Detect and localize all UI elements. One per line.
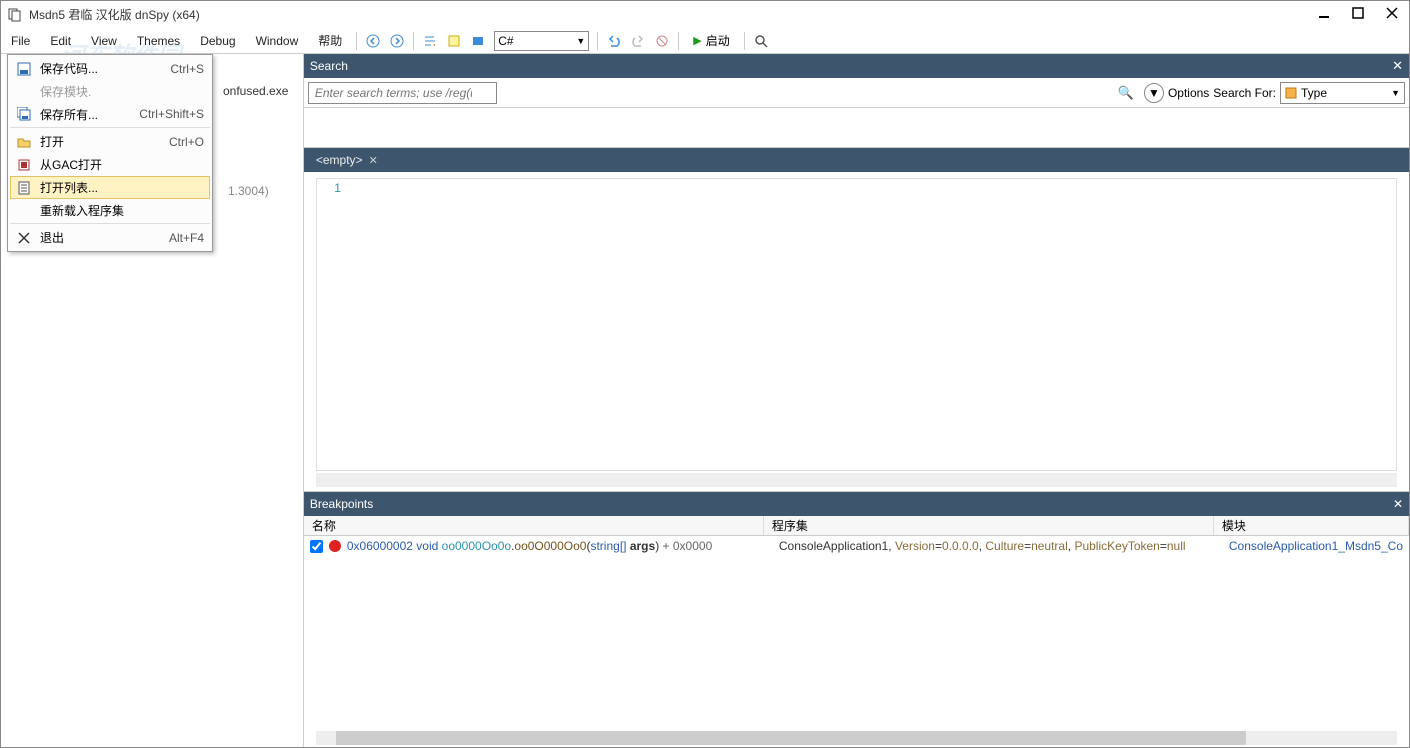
menu-open[interactable]: 打开 Ctrl+O	[10, 130, 210, 153]
gac-icon	[16, 157, 32, 173]
right-pane: Search ✕ 🔍 ▼ Options Search For: Type ▼	[304, 54, 1409, 747]
options-label: Options	[1168, 86, 1209, 100]
separator	[413, 32, 414, 50]
separator	[744, 32, 745, 50]
code-text-area[interactable]	[345, 179, 1396, 470]
app-icon	[7, 7, 23, 23]
menu-themes[interactable]: Themes	[127, 28, 190, 54]
menu-view[interactable]: View	[81, 28, 127, 54]
window-title: Msdn5 君临 汉化版 dnSpy (x64)	[29, 6, 200, 23]
menu-exit[interactable]: 退出 Alt+F4	[10, 226, 210, 249]
breakpoints-title: Breakpoints	[310, 497, 373, 511]
breakpoint-mod-cell: ConsoleApplication1_Msdn5_Co	[1229, 539, 1403, 553]
breakpoints-columns: 名称 程序集 模块	[304, 516, 1409, 536]
menu-debug[interactable]: Debug	[190, 28, 245, 54]
col-assembly[interactable]: 程序集	[764, 516, 1214, 535]
save-all-icon	[16, 106, 32, 122]
breakpoint-asm-cell: ConsoleApplication1, Version=0.0.0.0, Cu…	[779, 539, 1223, 553]
editor-tab-empty[interactable]: <empty> ✕	[308, 148, 386, 172]
search-panel-title: Search	[310, 59, 348, 73]
scrollbar-thumb[interactable]	[336, 731, 1246, 745]
chevron-down-icon: ▼	[1148, 86, 1160, 100]
breakpoints-body: 0x06000002 void oo0000Oo0o.oo0O000Oo0(st…	[304, 536, 1409, 747]
language-combo[interactable]: C# ▼	[494, 31, 589, 51]
search-type-combo[interactable]: Type ▼	[1280, 82, 1405, 104]
minimize-button[interactable]	[1307, 1, 1341, 25]
menu-save-all[interactable]: 保存所有... Ctrl+Shift+S	[10, 103, 210, 128]
breakpoint-name-cell: 0x06000002 void oo0000Oo0o.oo0O000Oo0(st…	[347, 539, 773, 553]
language-combo-value: C#	[498, 34, 513, 48]
breakpoints-hscrollbar[interactable]	[316, 731, 1397, 745]
search-toolbar-button[interactable]	[750, 30, 772, 52]
options-dropdown-button[interactable]: ▼	[1144, 83, 1164, 103]
menu-save-code[interactable]: 保存代码... Ctrl+S	[10, 57, 210, 80]
separator	[356, 32, 357, 50]
start-debug-button[interactable]: ▶ 启动	[684, 30, 738, 52]
search-type-value: Type	[1301, 86, 1327, 100]
wordwrap-button[interactable]	[419, 30, 441, 52]
tree-item-confused[interactable]: onfused.exe	[223, 84, 288, 98]
type-icon	[1285, 87, 1297, 99]
menu-help[interactable]: 帮助	[308, 28, 352, 54]
open-icon	[16, 134, 32, 150]
col-module[interactable]: 模块	[1214, 516, 1409, 535]
editor-area: 1	[304, 172, 1409, 491]
search-panel-header: Search ✕	[304, 54, 1409, 78]
chevron-down-icon: ▼	[576, 36, 585, 46]
search-results	[304, 108, 1409, 148]
breakpoints-close[interactable]: ✕	[1393, 497, 1403, 511]
menu-save-module: 保存模块.	[10, 80, 210, 103]
redo-button[interactable]	[627, 30, 649, 52]
exit-icon	[16, 230, 32, 246]
breakpoint-icon	[329, 540, 341, 552]
titlebar: Msdn5 君临 汉化版 dnSpy (x64)	[1, 1, 1409, 28]
search-row: 🔍 ▼ Options Search For: Type ▼	[304, 78, 1409, 108]
menu-open-from-gac[interactable]: 从GAC打开	[10, 153, 210, 176]
code-editor[interactable]: 1	[316, 178, 1397, 471]
menu-reload-assemblies[interactable]: 重新载入程序集	[10, 199, 210, 224]
separator	[597, 32, 598, 50]
window-buttons	[1307, 1, 1409, 25]
blank-icon	[16, 202, 32, 218]
tree-item-version[interactable]: 1.3004)	[228, 184, 269, 198]
search-input-wrap: 🔍	[308, 82, 1140, 104]
search-panel-close[interactable]: ✕	[1392, 58, 1403, 74]
breakpoint-enabled-checkbox[interactable]	[310, 540, 323, 553]
line-number: 1	[321, 181, 341, 195]
col-name[interactable]: 名称	[304, 516, 764, 535]
menu-window[interactable]: Window	[246, 28, 309, 54]
play-icon: ▶	[693, 34, 701, 47]
search-for-label: Search For:	[1213, 86, 1276, 100]
search-icon[interactable]: 🔍	[1118, 85, 1134, 101]
breakpoints-panel: Breakpoints ✕ 名称 程序集 模块 0x06000002 void …	[304, 491, 1409, 747]
file-menu-dropdown: 保存代码... Ctrl+S 保存模块. 保存所有... Ctrl+Shift+…	[7, 54, 213, 252]
separator	[678, 32, 679, 50]
chevron-down-icon: ▼	[1391, 88, 1400, 98]
breakpoint-row[interactable]: 0x06000002 void oo0000Oo0o.oo0O000Oo0(st…	[304, 536, 1409, 556]
nav-back-button[interactable]	[362, 30, 384, 52]
line-gutter: 1	[317, 179, 345, 470]
nav-fwd-button[interactable]	[386, 30, 408, 52]
fullscreen-button[interactable]	[467, 30, 489, 52]
close-icon[interactable]: ✕	[369, 154, 378, 167]
start-debug-label: 启动	[706, 32, 730, 49]
menu-file[interactable]: File	[1, 28, 40, 54]
editor-tab-label: <empty>	[316, 153, 363, 167]
close-button[interactable]	[1375, 1, 1409, 25]
highlight-button[interactable]	[443, 30, 465, 52]
menu-open-list[interactable]: 打开列表...	[10, 176, 210, 199]
breakpoints-header: Breakpoints ✕	[304, 492, 1409, 516]
menu-edit[interactable]: Edit	[40, 28, 81, 54]
blank-icon	[16, 84, 32, 100]
save-icon	[16, 61, 32, 77]
maximize-button[interactable]	[1341, 1, 1375, 25]
editor-tabstrip: <empty> ✕	[304, 148, 1409, 172]
list-icon	[16, 180, 32, 196]
undo-button[interactable]	[603, 30, 625, 52]
menubar: File Edit View Themes Debug Window 帮助 C#…	[1, 28, 1409, 54]
editor-hscrollbar[interactable]	[316, 473, 1397, 487]
search-input[interactable]	[308, 82, 497, 104]
clear-button[interactable]	[651, 30, 673, 52]
